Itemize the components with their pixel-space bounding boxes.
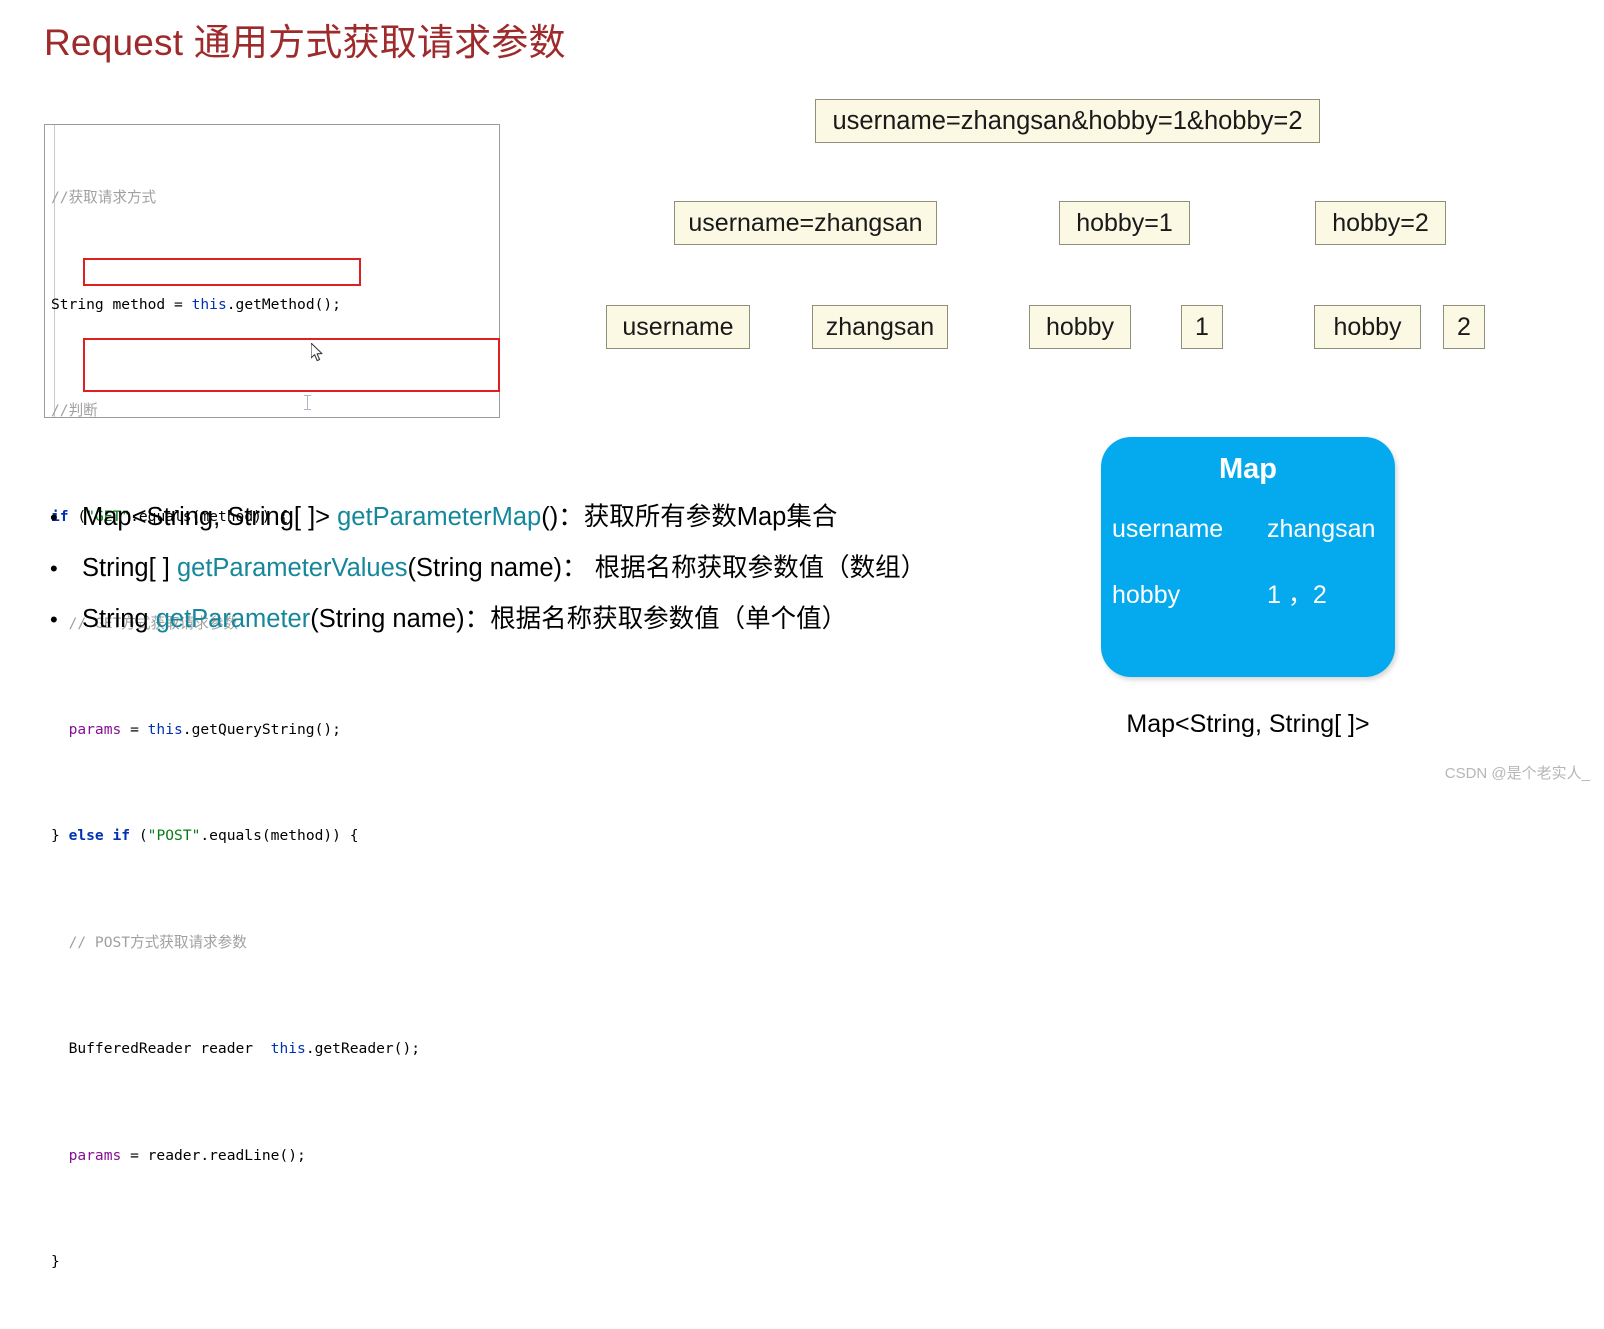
code-this-3: this xyxy=(270,1040,306,1058)
map-card-title: Map xyxy=(1219,453,1277,485)
api-description: ()：获取所有参数Map集合 xyxy=(541,503,838,531)
param-pair-box-hobby-1: hobby=1 xyxy=(1059,201,1190,245)
map-entry-value: zhangsan xyxy=(1267,515,1376,543)
code-this-1: this xyxy=(191,295,227,313)
api-method-list: • Map<String, String[ ]> getParameterMap… xyxy=(50,492,1010,645)
query-string-box: username=zhangsan&hobby=1&hobby=2 xyxy=(815,99,1320,143)
code-field-params-1: params xyxy=(68,721,122,739)
map-card: Map username zhangsan hobby 1 ，2 xyxy=(1101,437,1395,677)
map-card-caption: Map<String, String[ ]> xyxy=(1126,710,1370,738)
code-call-getreader: .getReader(); xyxy=(305,1040,421,1058)
code-block[interactable]: //获取请求方式 String method = this.getMethod(… xyxy=(44,124,500,1270)
code-this-2: this xyxy=(147,721,183,739)
code-assign-2: = reader.readLine(); xyxy=(121,1146,306,1164)
map-entry-value: 1 ，2 xyxy=(1267,581,1327,609)
text-caret-icon xyxy=(304,395,311,410)
bullet-icon: • xyxy=(50,556,58,581)
code-line-1: //获取请求方式 xyxy=(51,185,499,212)
map-entry-list: username zhangsan hobby 1 ，2 xyxy=(1112,515,1384,635)
api-return-type: String[ ] xyxy=(82,554,177,582)
param-value-box-1: 1 xyxy=(1181,305,1223,349)
bullet-icon: • xyxy=(50,505,58,530)
code-equals-method-2: .equals(method)) { xyxy=(200,827,359,845)
list-item: • String getParameter(String name)：根据名称获… xyxy=(50,594,1010,645)
param-key-box-hobby-2: hobby xyxy=(1314,305,1421,349)
csdn-watermark: CSDN @是个老实人_ xyxy=(1444,765,1590,782)
code-comment-judge: //判断 xyxy=(51,401,98,419)
code-call-getquerystring: .getQueryString(); xyxy=(182,721,341,739)
map-entry-key: username xyxy=(1112,515,1224,543)
code-if-open-2: ( xyxy=(130,827,148,845)
code-call-getmethod: .getMethod(); xyxy=(226,295,341,313)
bullet-icon: • xyxy=(50,607,58,632)
api-description: (String name)：根据名称获取参数值（单个值） xyxy=(310,605,848,633)
code-body[interactable]: //获取请求方式 String method = this.getMethod(… xyxy=(45,125,499,1270)
param-key-box-hobby-1: hobby xyxy=(1029,305,1131,349)
api-method-line: String[ ] getParameterValues(String name… xyxy=(82,543,926,594)
code-assign-1: = xyxy=(121,721,148,739)
code-comment-get-method: //获取请求方式 xyxy=(51,189,157,207)
code-keyword-else: else xyxy=(68,827,104,845)
list-item: • Map<String, String[ ]> getParameterMap… xyxy=(50,492,1010,543)
api-method-name: getParameterValues xyxy=(176,554,408,582)
code-field-params-2: params xyxy=(68,1146,122,1164)
param-value-box-zhangsan: zhangsan xyxy=(812,305,948,349)
param-pair-box-hobby-2: hobby=2 xyxy=(1315,201,1446,245)
map-entry: hobby 1 ，2 xyxy=(1112,575,1384,635)
api-description: (String name)： 根据名称获取参数值（数组） xyxy=(407,554,927,582)
api-method-name: getParameter xyxy=(155,605,311,633)
map-entry: username zhangsan xyxy=(1112,515,1384,575)
api-method-line: Map<String, String[ ]> getParameterMap()… xyxy=(82,492,837,543)
api-method-line: String getParameter(String name)：根据名称获取参… xyxy=(82,594,847,645)
code-line-11: } xyxy=(51,1249,499,1276)
code-brace-else: } xyxy=(51,827,69,845)
code-string-post: "POST" xyxy=(147,827,201,845)
map-entry-key: hobby xyxy=(1112,581,1181,609)
list-item: • String[ ] getParameterValues(String na… xyxy=(50,543,1010,594)
code-line-10: params = reader.readLine(); xyxy=(51,1143,499,1170)
code-keyword-if-2: if xyxy=(103,827,131,845)
code-type-bufferedreader: BufferedReader reader xyxy=(68,1040,271,1058)
param-key-box-username: username xyxy=(606,305,750,349)
api-return-type: Map<String, String[ ]> xyxy=(82,503,338,531)
code-line-6: params = this.getQueryString(); xyxy=(51,717,499,744)
mouse-cursor-icon xyxy=(310,342,324,362)
api-return-type: String xyxy=(82,605,156,633)
code-comment-post-branch: // POST方式获取请求参数 xyxy=(68,933,247,951)
code-line-3: //判断 xyxy=(51,398,499,425)
param-value-box-2: 2 xyxy=(1443,305,1485,349)
code-line-9: BufferedReader reader this.getReader(); xyxy=(51,1036,499,1063)
code-line-2: String method = this.getMethod(); xyxy=(51,292,499,319)
code-line-7: } else if ("POST".equals(method)) { xyxy=(51,823,499,850)
code-type-string: String xyxy=(51,295,104,313)
code-brace-close: } xyxy=(51,1252,60,1270)
param-pair-box-username: username=zhangsan xyxy=(674,201,937,245)
code-line-8: // POST方式获取请求参数 xyxy=(51,930,499,957)
api-method-name: getParameterMap xyxy=(337,503,542,531)
page-title: Request 通用方式获取请求参数 xyxy=(44,22,566,63)
code-var-method: method = xyxy=(103,295,192,313)
